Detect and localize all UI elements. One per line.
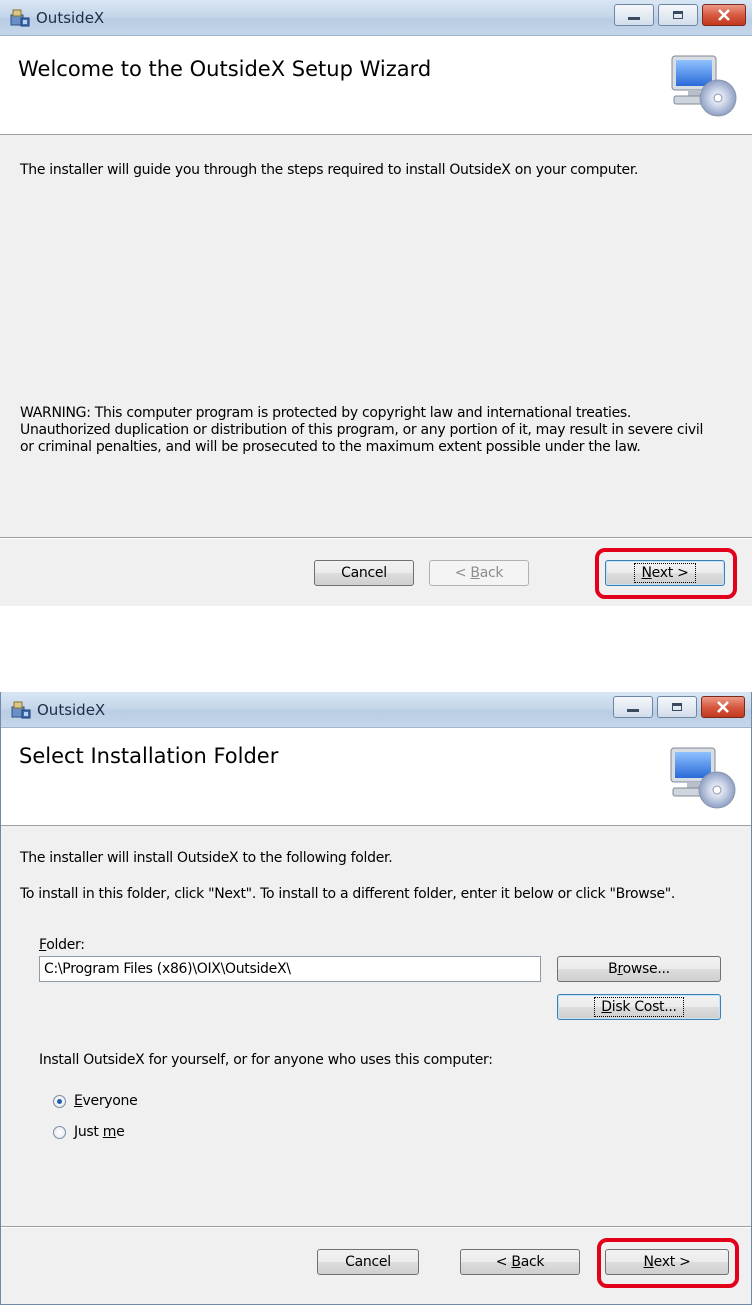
warning-line-1: WARNING: This computer program is protec… <box>20 405 632 421</box>
back-button[interactable]: < Back <box>460 1249 580 1275</box>
close-icon <box>717 701 729 713</box>
radio-just-me[interactable]: Just me <box>53 1124 125 1140</box>
setup-wizard-welcome-window: OutsideX Welcome to the OutsideX Setup W… <box>0 0 752 606</box>
wizard-banner: Welcome to the OutsideX Setup Wizard <box>0 36 752 135</box>
minimize-icon <box>628 16 640 20</box>
title-bar[interactable]: OutsideX <box>0 0 752 36</box>
install-for-text: Install OutsideX for yourself, or for an… <box>39 1052 493 1068</box>
close-button[interactable] <box>702 4 746 26</box>
radio-just-me-control[interactable] <box>53 1125 66 1139</box>
wizard-banner: Select Installation Folder <box>1 728 751 826</box>
disk-cost-button[interactable]: Disk Cost... <box>557 994 721 1020</box>
footer-divider <box>0 537 752 539</box>
cancel-button[interactable]: Cancel <box>317 1249 419 1275</box>
wizard-body: The installer will guide you through the… <box>0 135 752 606</box>
window-title: OutsideX <box>36 9 105 27</box>
browse-button[interactable]: Browse... <box>557 956 721 982</box>
folder-label: Folder: <box>39 937 85 953</box>
maximize-icon <box>673 11 683 19</box>
wizard-body: The installer will install OutsideX to t… <box>1 826 751 1304</box>
instruction-text: To install in this folder, click "Next".… <box>20 886 676 902</box>
warning-line-3: or criminal penalties, and will be prose… <box>20 439 641 455</box>
close-button[interactable] <box>701 696 745 718</box>
maximize-button[interactable] <box>658 4 698 26</box>
window-title: OutsideX <box>37 701 106 719</box>
minimize-button[interactable] <box>614 4 654 26</box>
intro-text: The installer will guide you through the… <box>20 162 639 178</box>
next-button-highlight <box>597 1238 739 1288</box>
radio-everyone-control[interactable] <box>53 1094 66 1108</box>
install-location-text: The installer will install OutsideX to t… <box>20 850 393 866</box>
folder-path-input[interactable]: C:\Program Files (x86)\OIX\OutsideX\ <box>39 956 541 982</box>
page-title: Welcome to the OutsideX Setup Wizard <box>18 57 432 81</box>
select-installation-folder-window: OutsideX Select Installation Folder The … <box>0 692 752 1305</box>
minimize-icon <box>627 708 639 712</box>
maximize-icon <box>672 703 682 711</box>
footer-divider <box>1 1226 751 1228</box>
maximize-button[interactable] <box>657 696 697 718</box>
page-title: Select Installation Folder <box>19 744 279 768</box>
title-bar[interactable]: OutsideX <box>1 692 751 728</box>
minimize-button[interactable] <box>613 696 653 718</box>
close-icon <box>718 9 730 21</box>
next-button-highlight <box>595 548 737 599</box>
back-button[interactable]: < Back <box>429 560 529 586</box>
computer-cd-icon <box>670 747 736 809</box>
radio-everyone[interactable]: Everyone <box>53 1093 138 1109</box>
installer-app-icon <box>11 701 31 719</box>
computer-cd-icon <box>671 55 737 117</box>
cancel-button[interactable]: Cancel <box>314 560 414 586</box>
warning-line-2: Unauthorized duplication or distribution… <box>20 422 704 438</box>
installer-app-icon <box>10 9 30 27</box>
